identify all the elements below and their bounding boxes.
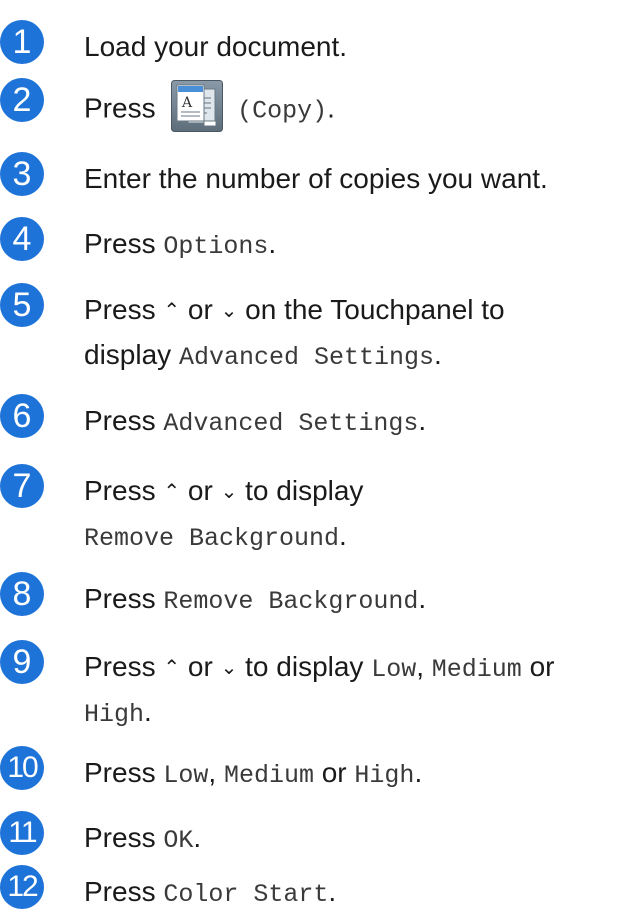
step-number-badge: 11 <box>0 811 44 855</box>
up-arrow-icon: ⌃ <box>163 657 181 679</box>
up-arrow-icon: ⌃ <box>163 300 181 322</box>
step-text: Press Options. <box>84 228 277 261</box>
advanced-settings-code: Advanced Settings <box>163 409 419 438</box>
remove-background-code: Remove Background <box>163 587 419 616</box>
step-text: Press Remove Background. <box>84 583 427 616</box>
remove-background-code: Remove Background <box>84 524 340 553</box>
step-text: Press A (Copy). <box>84 80 616 136</box>
advanced-settings-code: Advanced Settings <box>178 343 434 372</box>
copy-label: (Copy) <box>237 96 328 126</box>
step-text: Press Advanced Settings. <box>84 405 427 438</box>
up-arrow-icon: ⌃ <box>163 481 181 503</box>
medium-code: Medium <box>431 655 522 684</box>
step-number-badge: 4 <box>0 217 44 261</box>
high-code: High <box>84 700 145 729</box>
step-text: Press ⌃ or ⌄ to display Remove Backgroun… <box>84 470 616 560</box>
step-number-badge: 9 <box>0 640 44 684</box>
down-arrow-icon: ⌄ <box>220 657 238 679</box>
svg-text:A: A <box>181 95 193 111</box>
down-arrow-icon: ⌄ <box>220 481 238 503</box>
step-text: Press Low, Medium or High. <box>84 757 423 790</box>
step-number-badge: 7 <box>0 464 44 508</box>
step-text: Load your document. <box>84 31 348 62</box>
step-text: Press OK. <box>84 822 202 855</box>
step-number-badge: 12 <box>0 865 44 909</box>
step-text: Enter the number of copies you want. <box>84 163 548 194</box>
step-text: Press ⌃ or ⌄ on the Touchpanel to displa… <box>84 289 616 379</box>
step-number-badge: 6 <box>0 394 44 438</box>
step-text: Press ⌃ or ⌄ to display Low, Medium or H… <box>84 646 616 736</box>
step-number-badge: 5 <box>0 283 44 327</box>
copy-icon: A <box>171 80 224 132</box>
options-code: Options <box>163 232 269 261</box>
low-code: Low <box>163 761 209 790</box>
color-start-code: Color Start <box>163 880 329 909</box>
ok-code: OK <box>163 826 194 855</box>
step-number-badge: 3 <box>0 152 44 196</box>
step-number-badge: 8 <box>0 572 44 616</box>
step-number-badge: 10 <box>0 746 44 790</box>
step-number-badge: 1 <box>0 20 44 64</box>
high-code: High <box>354 761 415 790</box>
step-text: Press Color Start. <box>84 876 337 909</box>
low-code: Low <box>371 655 417 684</box>
step-number-badge: 2 <box>0 78 44 122</box>
medium-code: Medium <box>223 761 314 790</box>
down-arrow-icon: ⌄ <box>220 300 238 322</box>
